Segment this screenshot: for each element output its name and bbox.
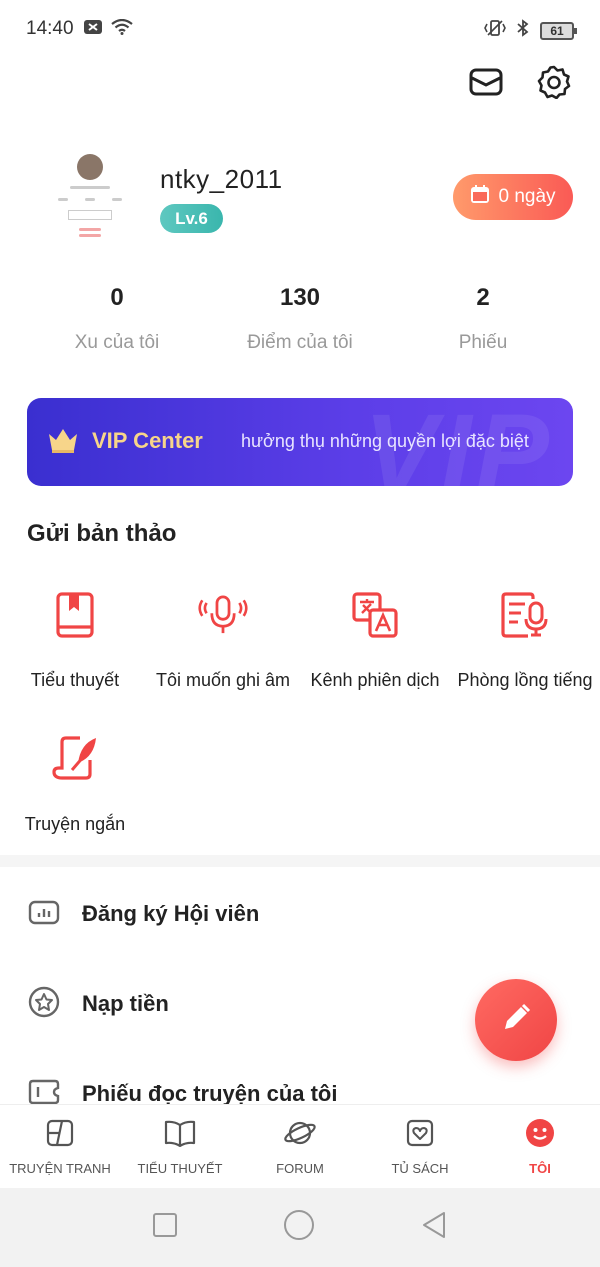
bottom-nav: TRUYỆN TRANH TIỂU THUYẾT FORUM TỦ SÁCH T… xyxy=(0,1104,600,1188)
book-icon xyxy=(50,590,100,640)
home-icon[interactable] xyxy=(283,1209,315,1246)
pencil-icon xyxy=(499,1001,533,1040)
stat-coins[interactable]: 0 Xu của tôi xyxy=(0,284,234,354)
nav-label: TÔI xyxy=(529,1161,551,1176)
bluetooth-icon xyxy=(516,19,530,42)
nav-comics[interactable]: TRUYỆN TRANH xyxy=(0,1105,120,1188)
vip-center-banner[interactable]: VIP VIP Center hưởng thụ những quyền lợi… xyxy=(27,398,573,486)
username: ntky_2011 xyxy=(160,164,283,194)
tool-novel[interactable]: Tiểu thuyết xyxy=(0,590,150,691)
nav-label: TRUYỆN TRANH xyxy=(9,1161,111,1176)
tool-label: Phòng lồng tiếng xyxy=(457,670,593,690)
stat-tickets[interactable]: 2 Phiếu xyxy=(366,284,600,354)
tool-translate[interactable]: Kênh phiên dịch xyxy=(300,590,450,691)
menu-item-topup[interactable]: Nạp tiền xyxy=(28,984,169,1024)
tool-label: Kênh phiên dịch xyxy=(310,670,440,690)
avatar[interactable] xyxy=(50,150,130,260)
star-circle-icon xyxy=(28,986,60,1023)
checkin-label: 0 ngày xyxy=(498,186,556,207)
wifi-icon xyxy=(111,18,133,40)
stat-label: Phiếu xyxy=(458,332,508,353)
recent-apps-icon[interactable] xyxy=(152,1212,178,1243)
tool-label: Tiểu thuyết xyxy=(30,670,120,690)
system-nav-bar xyxy=(0,1188,600,1267)
menu-item-membership[interactable]: Đăng ký Hội viên xyxy=(28,894,259,934)
tool-short-story[interactable]: Truyện ngắn xyxy=(0,734,150,835)
tool-label: Truyện ngắn xyxy=(24,814,126,834)
menu-label: Đăng ký Hội viên xyxy=(82,901,260,926)
crown-icon xyxy=(47,426,79,459)
tool-dubbing[interactable]: Phòng lồng tiếng xyxy=(450,590,600,691)
nav-novels[interactable]: TIỂU THUYẾT xyxy=(120,1105,240,1188)
microphone-icon xyxy=(198,590,248,640)
stat-label: Điểm của tôi xyxy=(247,332,353,353)
planet-icon xyxy=(240,1117,360,1149)
mail-icon[interactable] xyxy=(468,64,504,100)
calendar-icon xyxy=(470,184,490,210)
nav-forum[interactable]: FORUM xyxy=(240,1105,360,1188)
stat-value: 0 xyxy=(110,284,124,311)
status-bar: 14:40 61 xyxy=(0,0,600,60)
open-book-icon xyxy=(120,1117,240,1149)
level-badge: Lv.6 xyxy=(160,204,223,233)
nav-label: FORUM xyxy=(276,1161,324,1176)
tool-label: Tôi muốn ghi âm xyxy=(155,670,291,690)
write-fab-button[interactable] xyxy=(475,979,557,1061)
translate-icon xyxy=(350,590,400,640)
gear-icon[interactable] xyxy=(536,64,572,100)
tool-record[interactable]: Tôi muốn ghi âm xyxy=(148,590,298,691)
nav-label: TỦ SÁCH xyxy=(391,1161,449,1176)
nav-label: TIỂU THUYẾT xyxy=(137,1161,223,1176)
vip-description: hưởng thụ những quyền lợi đặc biệt xyxy=(241,431,529,451)
stats-row: 0 Xu của tôi 130 Điểm của tôi 2 Phiếu xyxy=(0,284,600,354)
smiley-icon xyxy=(480,1117,600,1149)
comic-icon xyxy=(0,1117,120,1149)
stat-value: 130 xyxy=(279,284,321,311)
checkin-button[interactable]: 0 ngày xyxy=(453,174,573,220)
back-icon[interactable] xyxy=(420,1210,448,1245)
nav-bookshelf[interactable]: TỦ SÁCH xyxy=(360,1105,480,1188)
stat-points[interactable]: 130 Điểm của tôi xyxy=(234,284,366,354)
scroll-quill-icon xyxy=(50,734,100,784)
nav-me[interactable]: TÔI xyxy=(480,1105,600,1188)
membership-card-icon xyxy=(28,898,60,931)
battery-icon: 61 xyxy=(540,21,577,40)
section-title: Gửi bản thảo xyxy=(27,520,177,547)
status-time: 14:40 xyxy=(26,18,74,39)
profile-header: ntky_2011 Lv.6 0 ngày xyxy=(0,140,600,260)
dubbing-icon xyxy=(500,590,550,640)
vibrate-icon xyxy=(484,19,506,42)
stat-value: 2 xyxy=(476,284,490,311)
bookshelf-heart-icon xyxy=(360,1117,480,1149)
stat-label: Xu của tôi xyxy=(74,332,160,353)
notification-icon xyxy=(83,19,103,40)
menu-label: Nạp tiền xyxy=(82,991,169,1016)
section-divider xyxy=(0,855,600,867)
vip-title: VIP Center xyxy=(92,428,203,453)
